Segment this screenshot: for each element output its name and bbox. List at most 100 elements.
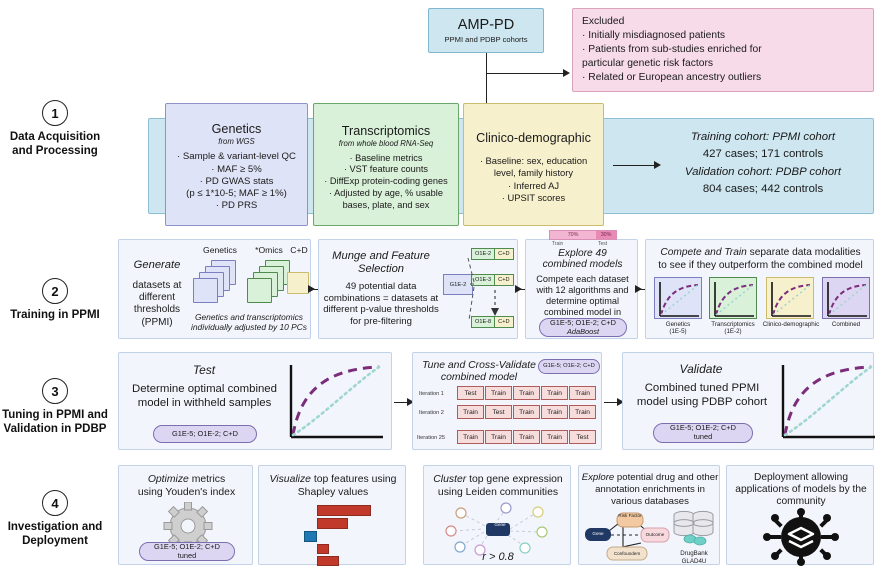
tune-model-pill[interactable]: G1E-5; O1E-2; C+D bbox=[538, 359, 600, 374]
cohort-text: Training cohort: PPMI cohort 427 cases; … bbox=[663, 129, 863, 198]
cluster-headline-2: using Leiden communities bbox=[437, 487, 559, 498]
combo-cd-1: C+D bbox=[495, 275, 513, 285]
transcriptomics-item-2: · DiffExp protein-coding genes bbox=[324, 176, 448, 187]
cluster-verb: Cluster bbox=[433, 474, 467, 485]
combo-cd-2: C+D bbox=[495, 317, 513, 327]
ampd-down-connector bbox=[486, 53, 488, 103]
explore-db-verb: Explore bbox=[581, 472, 615, 483]
stage-1-number: 1 bbox=[42, 100, 68, 126]
visualize-rest: top features using bbox=[310, 474, 397, 485]
roc-curve-combined bbox=[827, 282, 867, 317]
cluster-footnote: r > 0.8 bbox=[482, 551, 514, 563]
excluded-item-0: · Initially misdiagnosed patients bbox=[582, 30, 726, 42]
cv-cell: Train bbox=[541, 405, 568, 419]
optimize-rest: metrics bbox=[188, 474, 226, 485]
combo-row-1: O1E-3 C+D bbox=[471, 274, 514, 286]
cluster-panel: Cluster top gene expression using Leiden… bbox=[423, 465, 571, 565]
test-roc-chart bbox=[289, 365, 383, 439]
cluster-center-label: Gene bbox=[494, 522, 506, 527]
validate-pill-line2: tuned bbox=[693, 432, 713, 441]
tune-verb: Tune and Cross-Validate bbox=[422, 360, 536, 371]
split-train-label: Train bbox=[552, 241, 564, 247]
validate-panel: Validate Combined tuned PPMI model using… bbox=[622, 352, 875, 450]
compete-headline-2: to see if they outperform the combined m… bbox=[658, 260, 863, 271]
optimize-verb: Optimize bbox=[147, 474, 189, 485]
split-train-pct: 70% bbox=[550, 231, 597, 239]
optimize-panel: Optimize metrics using Youden's index G1… bbox=[118, 465, 253, 565]
transcriptomics-item-3: · Adjusted by age, % usable bbox=[329, 187, 443, 198]
omics-card-stack bbox=[247, 278, 272, 303]
deployment-hub-icon bbox=[763, 508, 839, 566]
generate-col-omics: *Omics bbox=[255, 245, 283, 255]
excluded-item-3: · Related or European ancestry outliers bbox=[582, 72, 762, 84]
roc-label-clinico-1: Clinico-demographic bbox=[762, 321, 820, 328]
explore-to-compete-arrowhead bbox=[635, 285, 642, 293]
deploy-line-1: Deployment allowing bbox=[753, 472, 848, 483]
roc-chart-transcriptomics bbox=[709, 277, 757, 319]
cluster-rest: top gene expression bbox=[466, 474, 563, 485]
transcriptomics-item-0: · Baseline metrics bbox=[349, 152, 423, 163]
clinico-item-1: level, family history bbox=[493, 167, 574, 179]
compete-headline-rest: separate data modalities bbox=[746, 247, 861, 258]
explore-panel: 70% 30% Train Test Explore 49 combined m… bbox=[525, 230, 638, 339]
clinico-demographic-box: Clinico-demographic · Baseline: sex, edu… bbox=[463, 103, 604, 226]
genetics-card-stack bbox=[193, 278, 218, 303]
explore-body: Compete each dataset with 12 algorithms … bbox=[536, 274, 629, 318]
munge-to-explore-arrowhead bbox=[515, 285, 522, 293]
cv-cell: Train bbox=[457, 430, 484, 444]
deploy-panel: Deployment allowing applications of mode… bbox=[726, 465, 874, 566]
visualize-headline-2: Shapley values bbox=[297, 487, 369, 498]
stage-4: 4 Investigation and Deployment bbox=[0, 490, 110, 549]
cv-cell: Train bbox=[485, 386, 512, 400]
optimize-model-pill[interactable]: G1E-5; O1E-2; C+D tuned bbox=[139, 542, 235, 561]
roc-chart-combined bbox=[822, 277, 870, 319]
genetics-subtitle: from WGS bbox=[218, 137, 255, 147]
validate-roc-chart bbox=[781, 365, 875, 439]
split-test-pct: 30% bbox=[596, 231, 616, 239]
roc-curve-genetics bbox=[659, 282, 699, 317]
excluded-item-2: particular genetic risk factors bbox=[582, 58, 714, 70]
roc-label-combined: Combined bbox=[822, 321, 870, 328]
roc-curve-transcriptomics bbox=[714, 282, 754, 317]
optimize-headline-1: Optimize metrics bbox=[123, 474, 250, 485]
roc-label-genetics: Genetics (1E-5) bbox=[654, 321, 702, 335]
causal-node-confounders: Confounders bbox=[613, 551, 641, 556]
generate-to-munge-arrowhead bbox=[308, 285, 315, 293]
stage-4-number: 4 bbox=[42, 490, 68, 516]
genetics-item-0: · Sample & variant-level QC bbox=[177, 151, 296, 163]
stage-4-label: Investigation and Deployment bbox=[7, 521, 103, 548]
stage-2-label: Training in PPMI bbox=[10, 309, 100, 321]
causal-node-risk: Risk Factor bbox=[618, 513, 642, 518]
validate-body: Combined tuned PPMI model using PDBP coh… bbox=[636, 382, 768, 409]
visualize-panel: Visualize top features using Shapley val… bbox=[258, 465, 406, 566]
excluded-box: Excluded · Initially misdiagnosed patien… bbox=[572, 8, 874, 92]
db-label-glad4u: GLAD4U bbox=[681, 558, 707, 565]
optimize-headline-2: using Youden's index bbox=[137, 487, 236, 498]
shapley-bar bbox=[317, 544, 329, 554]
combo-omics-0: O1E-2 bbox=[472, 249, 496, 259]
explore-db-headline-1: Explore potential drug and other bbox=[581, 472, 719, 483]
clinico-title: Clinico-demographic bbox=[476, 131, 591, 146]
cohort-line-2: Validation cohort: PDBP cohort bbox=[684, 165, 842, 178]
explore-model-pill[interactable]: G1E-5; O1E-2; C+D AdaBoost bbox=[539, 318, 627, 337]
roc-label-genetics-2: (1E-5) bbox=[669, 328, 687, 335]
shapley-bar bbox=[317, 518, 348, 529]
stage-1-label: Data Acquisition and Processing bbox=[9, 131, 101, 158]
transcriptomics-box: Transcriptomics from whole blood RNA-Seq… bbox=[313, 103, 459, 226]
amp-pd-title: AMP-PD bbox=[457, 17, 515, 33]
cv-cell: Train bbox=[541, 386, 568, 400]
clinico-item-3: · UPSIT scores bbox=[501, 191, 566, 203]
cv-cell: Train bbox=[569, 386, 596, 400]
roc-curve-clinico bbox=[771, 282, 811, 317]
train-test-split-bar: 70% 30% bbox=[549, 230, 617, 240]
validate-model-pill[interactable]: G1E-5; O1E-2; C+D tuned bbox=[653, 423, 753, 443]
test-model-pill[interactable]: G1E-5; O1E-2; C+D bbox=[153, 425, 257, 443]
clinico-item-2: · Inferred AJ bbox=[507, 179, 560, 191]
deploy-line-2: applications of models by the bbox=[735, 484, 867, 495]
visualize-headline-1: Visualize top features using bbox=[263, 474, 403, 485]
generate-verb: Generate bbox=[133, 259, 181, 271]
generate-col-genetics: Genetics bbox=[203, 245, 237, 255]
test-to-tune-line bbox=[394, 402, 408, 404]
stage-1: 1 Data Acquisition and Processing bbox=[0, 100, 110, 159]
deploy-line-3: community bbox=[776, 496, 826, 507]
